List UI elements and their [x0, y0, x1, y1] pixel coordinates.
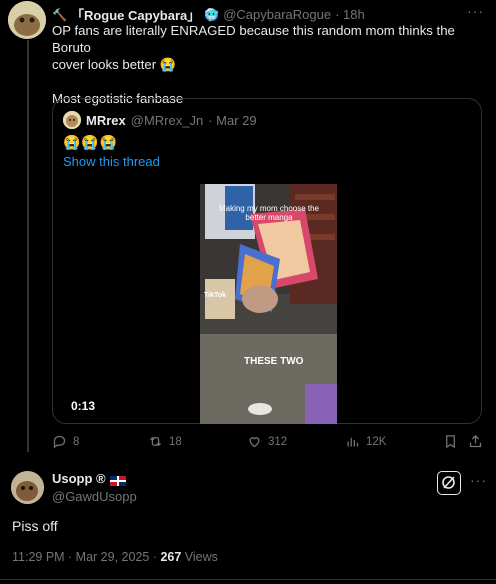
like-count: 312 — [268, 435, 288, 448]
more-options-icon[interactable]: ··· — [467, 3, 484, 19]
repost-icon — [150, 436, 161, 447]
tweet-text-line: OP fans are literally ENRAGED because th… — [52, 23, 455, 55]
reply-avatar[interactable] — [11, 471, 44, 504]
bookmark-icon — [446, 435, 455, 449]
bar-chart-icon — [347, 437, 359, 447]
reply-views-label: Views — [181, 550, 218, 564]
reply-text: Piss off — [12, 518, 58, 534]
reply-timestamp[interactable]: 11:29 PM · Mar 29, 2025 · — [12, 550, 160, 564]
video-caption-bottom: THESE TWO — [244, 356, 304, 367]
reply-more-options-icon[interactable]: ··· — [470, 472, 487, 488]
views-button[interactable]: 12K — [345, 434, 386, 449]
tiktok-watermark: TikTok — [204, 292, 226, 299]
reply-button[interactable]: 8 — [52, 434, 79, 449]
video-caption-top: Making my mom choose the better manga — [218, 204, 320, 222]
hammer-icon: 🔨 — [52, 7, 67, 22]
video-duration: 0:13 — [71, 399, 96, 413]
flag-icon — [109, 474, 126, 486]
divider — [0, 579, 496, 580]
reply-views-count: 267 — [160, 550, 182, 564]
share-button[interactable] — [468, 434, 483, 449]
bookmark-button[interactable] — [443, 434, 458, 449]
quote-tweet-card[interactable]: MRrex @MRrex_Jn · Mar 29 😭😭😭 Show this t… — [52, 98, 482, 424]
reply-display-name[interactable]: Usopp ® — [52, 471, 106, 486]
reply-handle[interactable]: @GawdUsopp — [52, 489, 137, 504]
quote-handle[interactable]: @MRrex_Jn — [131, 113, 203, 128]
heart-icon — [249, 437, 260, 448]
avatar[interactable] — [8, 1, 46, 39]
like-button[interactable]: 312 — [247, 434, 287, 449]
repost-count: 18 — [169, 435, 182, 448]
tweet-text: OP fans are literally ENRAGED because th… — [52, 22, 488, 107]
thread-line — [27, 40, 29, 452]
timestamp[interactable]: · 18h — [335, 7, 365, 22]
quote-avatar[interactable] — [63, 111, 81, 129]
action-bar: 8 18 312 12K — [52, 434, 488, 454]
grok-icon[interactable] — [437, 471, 461, 495]
reply-meta: 11:29 PM · Mar 29, 2025 · 267 Views — [12, 550, 218, 564]
quote-text: 😭😭😭 — [63, 134, 119, 150]
badge-icon: 🥶 — [204, 7, 220, 22]
share-icon — [469, 434, 482, 448]
video-player[interactable]: Making my mom choose the better manga Ti… — [200, 184, 337, 424]
quote-timestamp[interactable]: · Mar 29 — [208, 113, 256, 128]
reply-icon — [53, 435, 66, 449]
quote-display-name[interactable]: MRrex — [86, 113, 126, 128]
tweet-text-line: cover looks better 😭 — [52, 57, 177, 72]
show-thread-link[interactable]: Show this thread — [63, 154, 160, 169]
reply-count: 8 — [73, 435, 80, 448]
handle[interactable]: @CapybaraRogue — [223, 7, 331, 22]
views-count: 12K — [366, 435, 387, 448]
repost-button[interactable]: 18 — [148, 434, 182, 449]
